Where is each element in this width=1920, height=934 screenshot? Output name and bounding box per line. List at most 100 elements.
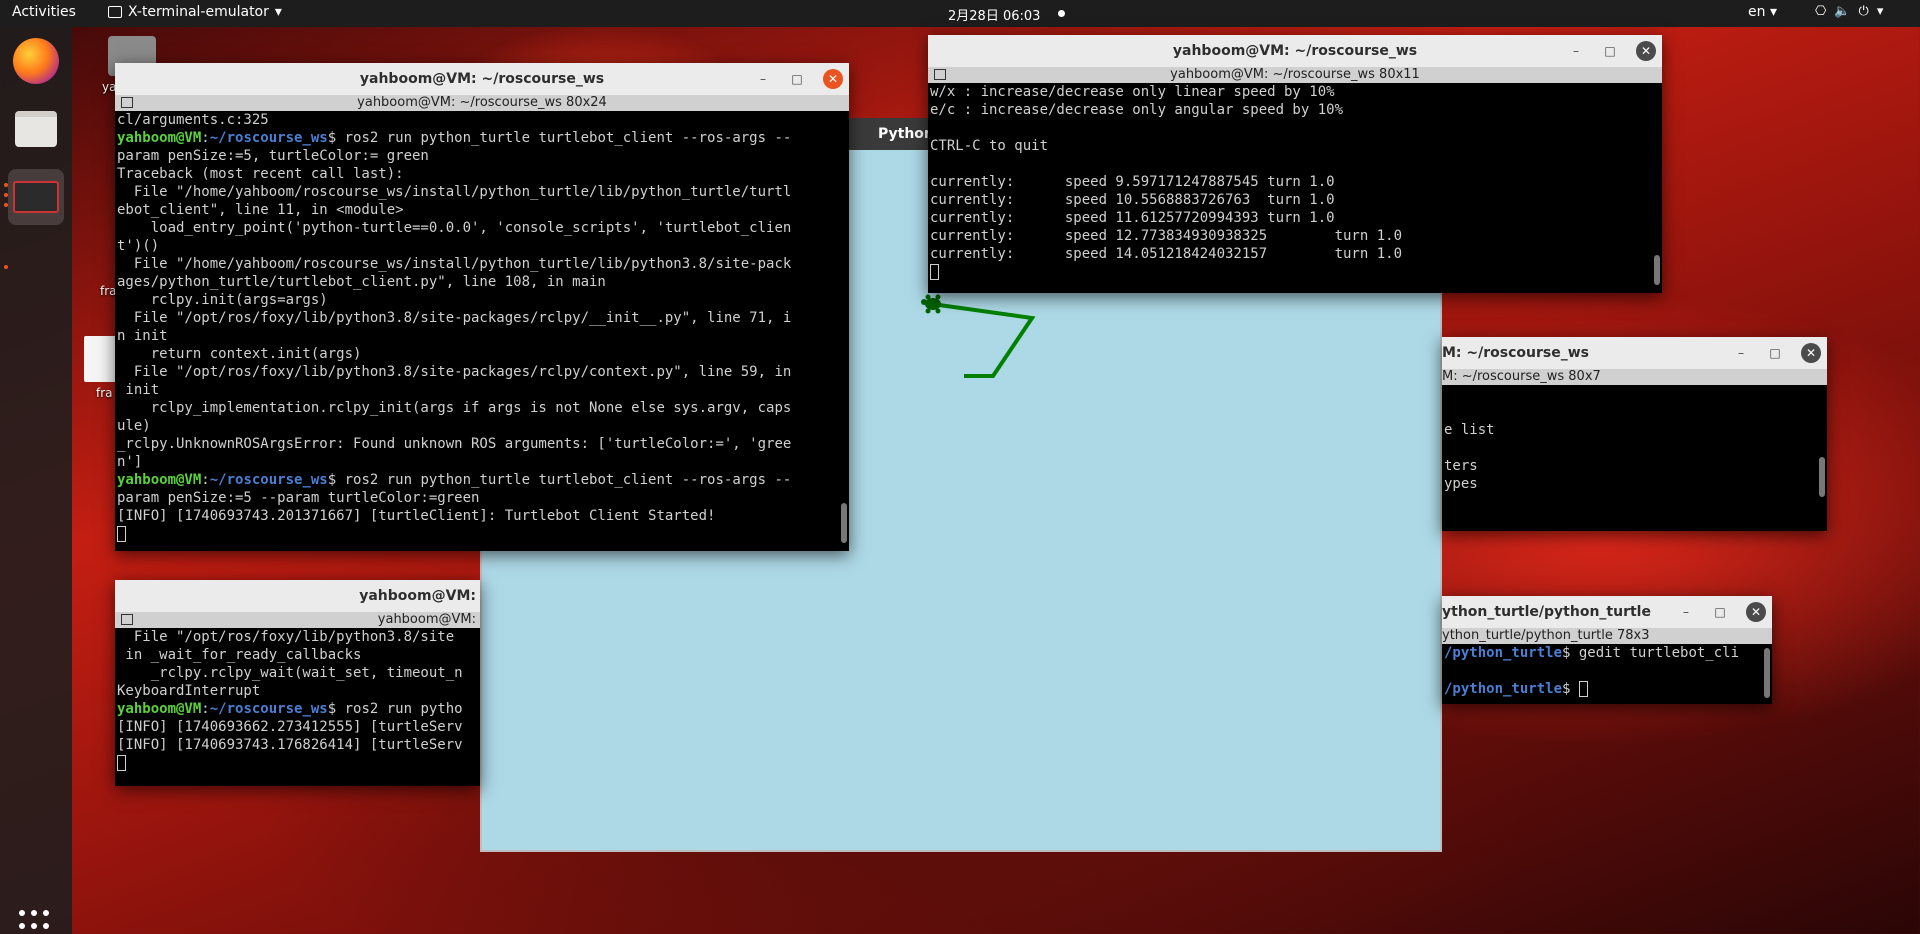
minimize-button[interactable]: – [1733,345,1749,361]
maximize-button[interactable]: □ [1602,43,1618,59]
terminal-line: in _wait_for_ready_callbacks [117,647,362,663]
desktop-icon-label: fra [96,386,113,400]
window-title: yahboom@VM: ~/roscourse_ws [1172,43,1418,59]
terminal-icon [13,181,59,213]
prompt-dir: /python_turtle [1444,645,1563,661]
system-menu[interactable]: ⎔ 🔈 ⏻ ▾ [1815,4,1883,19]
terminal-line: rclpy_implementation.rclpy_init(args if … [117,400,792,416]
turtle-icon [921,294,941,314]
close-button[interactable]: ✕ [823,69,843,89]
close-button[interactable]: ✕ [1801,343,1821,363]
terminal-line: rclpy.init(args=args) [117,292,328,308]
title-bar[interactable]: yahboom@VM: [115,580,480,612]
terminal-line: /python_turtle$ [1444,680,1770,698]
dock-terminal[interactable] [8,169,64,225]
terminal-line: _rclpy.UnknownROSArgsError: Found unknow… [117,436,792,452]
title-bar[interactable]: M: ~/roscourse_ws – □ ✕ [1442,337,1827,369]
power-icon: ⏻ [1858,4,1869,19]
terminal-line: currently: speed 14.051218424032157 turn… [930,246,1403,262]
terminal-cursor [930,264,939,280]
terminal-line: yahboom@VM:~/roscourse_ws$ ros2 run pyth… [117,129,847,147]
terminal-output[interactable]: /python_turtle$ gedit turtlebot_cli /pyt… [1442,644,1772,698]
command-text: $ [1562,681,1579,697]
terminal-output[interactable]: e list ters ypes [1442,385,1827,493]
prompt-sep: : [201,701,210,717]
maximize-button[interactable]: □ [1767,345,1783,361]
terminal-window-server[interactable]: yahboom@VM: yahboom@VM: File "/opt/ros/f… [115,580,480,786]
prompt-user: yahboom@VM [117,130,202,146]
chevron-down-icon: ▾ [274,4,282,20]
tab-icon[interactable] [121,97,133,108]
activities-button[interactable]: Activities [12,4,76,20]
scrollbar[interactable] [1764,648,1770,698]
terminal-line: cl/arguments.c:325 [117,112,269,128]
files-icon [15,111,57,147]
terminal-line: [INFO] [1740693743.176826414] [turtleSer… [117,737,463,753]
turtle-title-text: Python [878,126,934,142]
terminal-line: KeyboardInterrupt [117,683,261,699]
prompt-sep: : [201,472,210,488]
tab-bar: ython_turtle/python_turtle 78x3 [1442,628,1772,644]
chevron-down-icon: ▾ [1876,4,1884,19]
terminal-window-params[interactable]: M: ~/roscourse_ws – □ ✕ M: ~/roscourse_w… [1442,337,1827,531]
notification-dot [1058,10,1065,17]
language-indicator[interactable]: en ▾ [1748,4,1777,20]
dock-files[interactable] [8,101,64,157]
terminal-line: w/x : increase/decrease only linear spee… [930,84,1335,100]
scrollbar[interactable] [1819,457,1825,497]
tab-title: yahboom@VM: ~/roscourse_ws 80x24 [357,95,607,110]
terminal-output[interactable]: w/x : increase/decrease only linear spee… [928,83,1662,281]
prompt-user: yahboom@VM [117,701,202,717]
title-bar[interactable]: yahboom@VM: ~/roscourse_ws – □ ✕ [115,63,849,95]
maximize-button[interactable]: □ [789,71,805,87]
prompt-dir: ~/roscourse_ws [209,130,328,146]
terminal-window-teleop[interactable]: yahboom@VM: ~/roscourse_ws – □ ✕ yahboom… [928,35,1662,293]
title-bar[interactable]: yahboom@VM: ~/roscourse_ws – □ ✕ [928,35,1662,67]
terminal-line: File "/home/yahboom/roscourse_ws/install… [117,184,792,200]
terminal-icon [108,6,122,18]
terminal-line [930,263,1660,281]
terminal-line: param penSize:=5 --param turtleColor:=gr… [117,490,480,506]
show-applications-icon[interactable] [19,910,53,934]
terminal-line: init [117,382,160,398]
prompt-user: yahboom@VM [117,472,202,488]
terminal-output[interactable]: cl/arguments.c:325 yahboom@VM:~/roscourse… [115,111,849,543]
close-button[interactable]: ✕ [1746,602,1766,622]
terminal-window-main[interactable]: yahboom@VM: ~/roscourse_ws – □ ✕ yahboom… [115,63,849,551]
minimize-button[interactable]: – [1568,43,1584,59]
clock[interactable]: 2月28日 06:03 [948,5,1040,24]
scrollbar[interactable] [1654,255,1660,285]
top-bar: Activities X-terminal-emulator ▾ 2月28日 0… [0,0,1920,27]
terminal-line: [INFO] [1740693662.273412555] [turtleSer… [117,719,463,735]
dock [0,27,72,934]
minimize-button[interactable]: – [755,71,771,87]
terminal-line: return context.init(args) [117,346,362,362]
terminal-line: ule) [117,418,151,434]
terminal-line: currently: speed 12.773834930938325 turn… [930,228,1403,244]
maximize-button[interactable]: □ [1712,604,1728,620]
terminal-line: File "/opt/ros/foxy/lib/python3.8/site-p… [117,364,792,380]
title-bar[interactable]: ython_turtle/python_turtle – □ ✕ [1442,596,1772,628]
tab-bar: yahboom@VM: [115,612,480,628]
terminal-line: n'] [117,454,143,470]
scrollbar[interactable] [841,503,847,543]
tab-icon[interactable] [121,614,133,625]
firefox-icon [13,38,59,84]
terminal-window-python-turtle[interactable]: ython_turtle/python_turtle – □ ✕ ython_t… [1442,596,1772,704]
app-menu[interactable]: X-terminal-emulator ▾ [108,4,282,20]
terminal-line: File "/opt/ros/foxy/lib/python3.8/site-p… [117,310,792,326]
tab-icon[interactable] [934,69,946,80]
close-button[interactable]: ✕ [1636,41,1656,61]
terminal-line: CTRL-C to quit [930,138,1049,154]
minimize-button[interactable]: – [1678,604,1694,620]
tab-title: yahboom@VM: [377,612,476,627]
running-indicator [4,203,8,207]
terminal-line: t')() [117,238,160,254]
terminal-output[interactable]: File "/opt/ros/foxy/lib/python3.8/site i… [115,628,480,772]
dock-firefox[interactable] [8,33,64,89]
